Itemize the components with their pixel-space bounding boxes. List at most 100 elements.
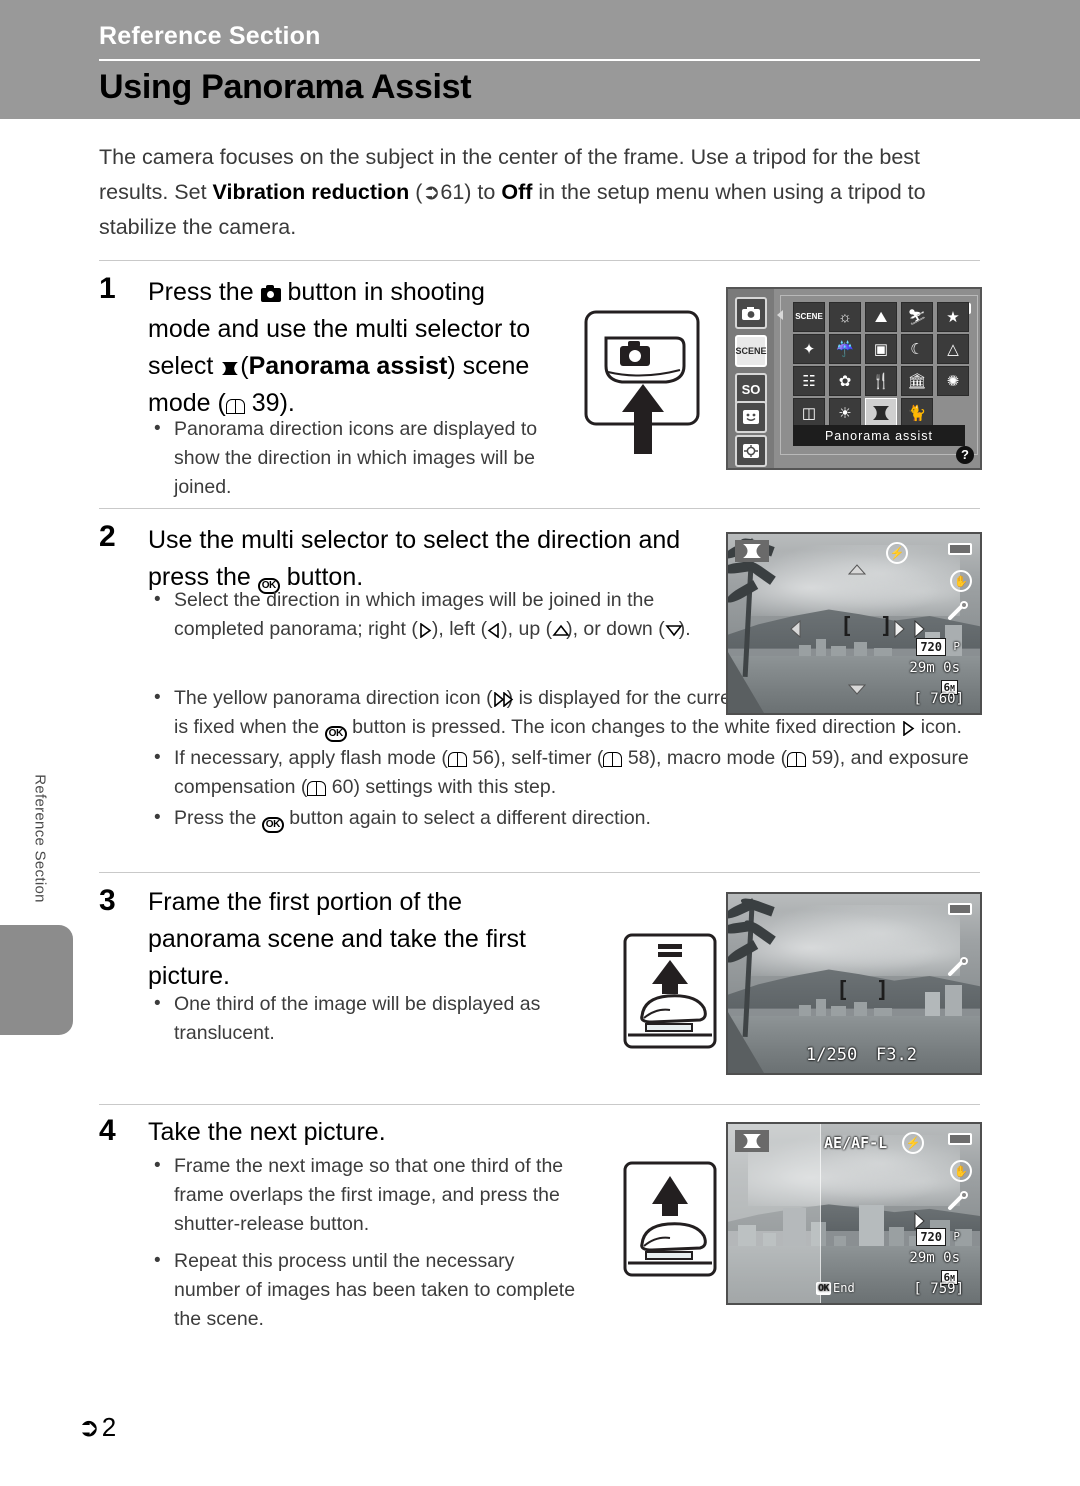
aperture-value: F3.2	[876, 1045, 917, 1065]
scene-icon-museum[interactable]: 🏛	[901, 366, 933, 396]
list-item: Frame the next image so that one third o…	[148, 1151, 578, 1239]
press-shutter-illustration-step-3	[622, 932, 718, 1050]
ref-flash-page: 56	[472, 747, 494, 769]
header-divider	[99, 59, 980, 61]
intro-paragraph: The camera focuses on the subject in the…	[99, 140, 983, 245]
scene-icon-dusk-dawn[interactable]: △	[937, 334, 969, 364]
intro-text-part3: ) to	[464, 180, 502, 204]
battery-icon	[948, 543, 972, 555]
list-item: Select the direction in which images wil…	[148, 585, 708, 644]
ref-expcomp-page: 60	[331, 776, 354, 798]
scene-icon-grid[interactable]: SCENE ☼ ⛰ ⛷ ★ ✦ ☔ ▣ ☾ △ ☷ ✿ 🍴 🏛 ✺ ◫ ☀ 🐈	[793, 302, 971, 428]
focus-area-brackets: [ ]	[840, 614, 893, 639]
list-item: If necessary, apply flash mode ( 56), se…	[148, 743, 978, 802]
movie-size-badge: 720	[916, 638, 946, 656]
arrow-right-double-icon	[493, 692, 513, 707]
step-2-head-a: Use the multi selector to select the dir…	[148, 526, 681, 591]
scene-icon-portrait-frame[interactable]: ▣	[865, 334, 897, 364]
step-1-paren-close: )	[447, 352, 456, 380]
header-section-title: Reference Section	[99, 22, 321, 50]
scene-icon-night-landscape[interactable]: ☼	[829, 302, 861, 332]
scene-icon-scene-auto[interactable]: SCENE	[793, 302, 825, 332]
scene-icon-sports[interactable]: ⛷	[901, 302, 933, 332]
intro-ref-61: 61	[440, 180, 465, 204]
movie-size-value: 720	[920, 640, 942, 654]
reference-section-icon: ➲	[422, 180, 441, 205]
scene-mode-menu-screen[interactable]: SCENE SO SCENE ☼ ⛰ ⛷ ★ ✦ ☔ ▣ ☾ △ ☷ ✿ 🍴 🏛…	[726, 287, 982, 470]
step-3-bullets: One third of the image will be displayed…	[148, 989, 588, 1050]
scene-icon-close-up[interactable]: ✿	[829, 366, 861, 396]
direction-up-indicator	[847, 562, 867, 580]
arrow-right-icon	[901, 721, 915, 736]
press-shutter-illustration-step-4	[622, 1160, 718, 1278]
scene-icon-pet-portrait[interactable]: 🐈	[901, 398, 933, 428]
ref-selftimer-page: 58	[627, 747, 650, 769]
manual-reference-icon	[447, 752, 467, 767]
scene-icon-copy[interactable]: ◫	[793, 398, 825, 428]
direction-down-indicator	[847, 682, 867, 700]
page-number: 2	[101, 1412, 117, 1442]
step-4-bullets: Frame the next image so that one third o…	[148, 1151, 578, 1336]
scene-icon-backlight[interactable]: ☀	[829, 398, 861, 428]
list-item: Panorama direction icons are displayed t…	[148, 414, 548, 502]
lcd-preview-step-2: ⚡ ✋ [ ] 720 P 29m 0s 6M [ 760]	[726, 532, 982, 715]
scene-icon-panorama-assist[interactable]	[865, 398, 897, 428]
direction-left-indicator	[790, 619, 801, 643]
menu-selected-caption: Panorama assist	[793, 425, 965, 446]
menu-icon-subject-tracking-mode[interactable]	[735, 435, 767, 467]
side-tab-block	[0, 925, 73, 1035]
page-footer: ➲ 2	[78, 1412, 116, 1443]
menu-icon-scene-mode[interactable]: SCENE	[735, 335, 767, 367]
press-mode-button-illustration	[580, 308, 706, 456]
list-item: Repeat this process until the necessary …	[148, 1246, 578, 1334]
step-1-bullets: Panorama direction icons are displayed t…	[148, 414, 548, 504]
panorama-mode-indicator	[735, 1130, 769, 1152]
step-divider-4	[99, 1104, 980, 1105]
panorama-mode-indicator	[735, 540, 769, 562]
movie-size-badge: 720	[916, 1228, 946, 1246]
step-3-heading: Frame the first portion of the panorama …	[148, 888, 527, 990]
scene-icon-sunset[interactable]: ☾	[901, 334, 933, 364]
frames-remaining: [ 759]	[913, 1281, 964, 1297]
arrow-up-icon	[552, 623, 570, 638]
movie-size-value: 720	[920, 1230, 942, 1244]
step-1-scene-name: Panorama assist	[248, 352, 448, 380]
intro-text-part2: (	[409, 180, 423, 204]
step-2-bullets-a: Select the direction in which images wil…	[148, 585, 708, 646]
side-tab-label: Reference Section	[31, 774, 49, 903]
scene-icon-night-portrait[interactable]: ☷	[793, 366, 825, 396]
arrow-left-icon	[487, 623, 501, 638]
help-question-icon[interactable]: ?	[956, 446, 974, 464]
focus-area-brackets: [ ]	[836, 978, 889, 1003]
panorama-assist-icon	[220, 361, 240, 376]
list-item: Press the OK button again to select a di…	[148, 803, 978, 833]
battery-icon	[948, 1133, 972, 1145]
scene-icon-party[interactable]: ✦	[793, 334, 825, 364]
scene-icon-fireworks[interactable]: ✺	[937, 366, 969, 396]
movie-size-suffix: P	[953, 1230, 960, 1243]
scene-icon-beach[interactable]: ☔	[829, 334, 861, 364]
scene-icon-landscape[interactable]: ⛰	[865, 302, 897, 332]
lcd-preview-step-4: AE/AF-L ⚡ ✋ 720 P 29m 0s 6M OK End [ 759…	[726, 1122, 982, 1305]
manual-reference-icon	[603, 752, 623, 767]
menu-mode-column[interactable]: SCENE SO	[728, 289, 774, 468]
frames-remaining: [ 760]	[913, 691, 964, 707]
battery-icon	[948, 903, 972, 915]
scene-icon-food[interactable]: 🍴	[865, 366, 897, 396]
step-1-paren-open: (	[240, 352, 249, 380]
intro-bold-vibration-reduction: Vibration reduction	[212, 180, 410, 204]
ok-badge: OK	[816, 1281, 832, 1295]
step-divider-1	[99, 260, 980, 261]
page-header-band: Reference Section Using Panorama Assist	[0, 0, 1080, 119]
shutter-speed-value: 1/250	[806, 1045, 858, 1065]
menu-icon-smile-mode[interactable]	[735, 401, 767, 433]
scene-icon-portrait[interactable]: ★	[937, 302, 969, 332]
end-label: End	[833, 1281, 855, 1295]
menu-icon-auto-mode[interactable]	[735, 297, 767, 329]
step-number-3: 3	[99, 884, 116, 917]
manual-reference-icon	[787, 752, 807, 767]
manual-reference-icon	[225, 399, 245, 414]
page-title: Using Panorama Assist	[99, 68, 472, 106]
scene-icon-panel[interactable]: SCENE ☼ ⛰ ⛷ ★ ✦ ☔ ▣ ☾ △ ☷ ✿ 🍴 🏛 ✺ ◫ ☀ 🐈 …	[777, 295, 978, 455]
step-number-2: 2	[99, 520, 116, 553]
